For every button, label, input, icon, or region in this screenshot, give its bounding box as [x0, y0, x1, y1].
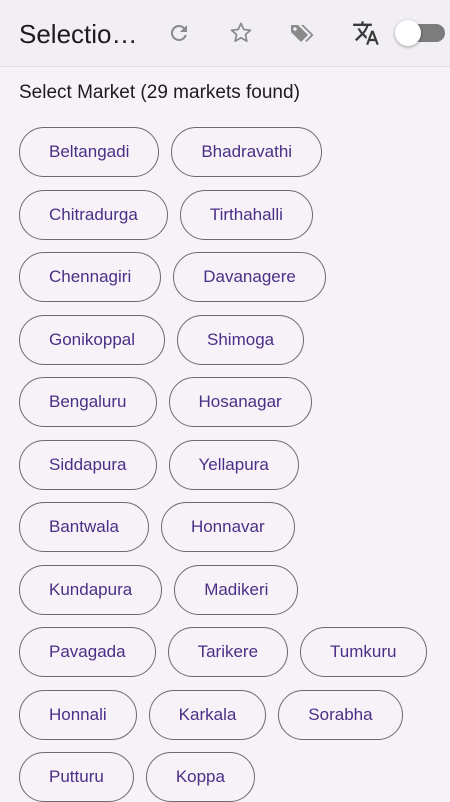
market-count-label: Select Market (29 markets found): [19, 82, 300, 103]
refresh-icon: [170, 24, 187, 41]
market-chip[interactable]: Siddapura: [19, 439, 157, 490]
market-chip[interactable]: Tarikere: [167, 627, 289, 677]
app-bar: Selectio…: [0, 0, 450, 67]
market-chip[interactable]: Karkala: [148, 689, 267, 740]
star-icon: [230, 22, 252, 42]
market-chip[interactable]: Davanagere: [173, 252, 326, 302]
market-chip[interactable]: Honnavar: [160, 502, 295, 552]
market-chip[interactable]: Sorabha: [278, 689, 403, 740]
market-chip[interactable]: Bengaluru: [19, 377, 157, 427]
tags-icon: [291, 24, 314, 42]
toggle-switch[interactable]: [395, 20, 445, 46]
market-chip[interactable]: Koppa: [145, 752, 255, 802]
market-chip[interactable]: Shimoga: [177, 314, 305, 365]
translate-icon: [353, 21, 379, 45]
market-chip[interactable]: Honnali: [19, 689, 137, 740]
market-chip[interactable]: Pavagada: [19, 627, 156, 677]
market-chip[interactable]: Bantwala: [19, 502, 149, 552]
market-chip[interactable]: Kundapura: [19, 564, 163, 615]
market-chip[interactable]: Tirthahalli: [179, 189, 313, 240]
market-chip[interactable]: Putturu: [19, 752, 134, 802]
market-chip[interactable]: Tumkuru: [300, 627, 427, 677]
favorite-button[interactable]: [226, 18, 256, 48]
market-chip[interactable]: Yellapura: [168, 439, 299, 490]
market-chip[interactable]: Hosanagar: [168, 377, 312, 427]
market-chip[interactable]: Beltangadi: [19, 127, 160, 177]
market-chip-list: Beltangadi Bhadravathi Chitradurga Tirthaha…: [19, 127, 439, 802]
tags-button[interactable]: [288, 18, 318, 48]
market-chip[interactable]: Chitradurga: [19, 189, 168, 240]
toggle-knob: [395, 20, 421, 46]
translate-button[interactable]: [351, 18, 381, 48]
page-title: Selectio…: [19, 19, 138, 49]
market-chip[interactable]: Madikeri: [174, 564, 299, 615]
market-chip[interactable]: Chennagiri: [19, 252, 162, 302]
market-chip[interactable]: Gonikoppal: [19, 314, 166, 365]
refresh-button[interactable]: [164, 18, 194, 48]
market-chip[interactable]: Bhadravathi: [171, 127, 323, 177]
